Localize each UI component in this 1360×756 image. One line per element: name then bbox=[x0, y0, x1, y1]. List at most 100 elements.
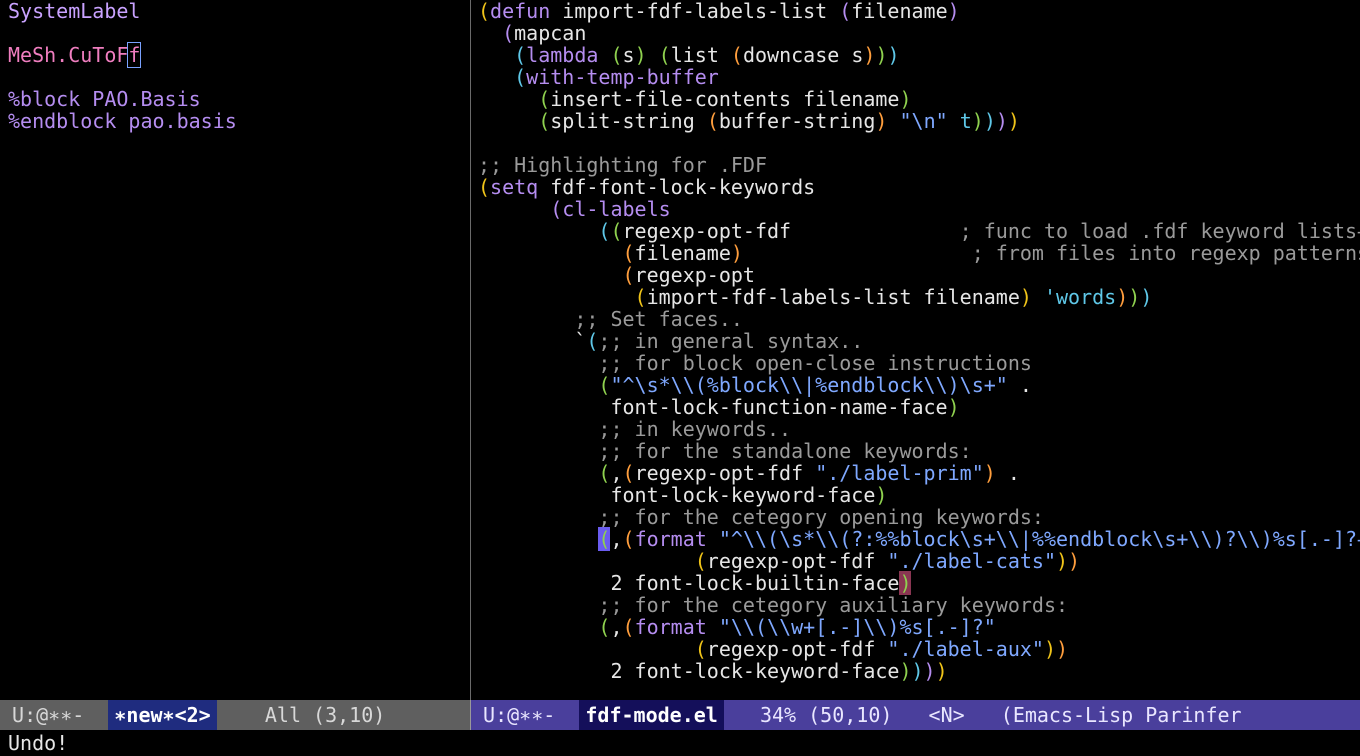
code-line[interactable]: (insert-file-contents filename) bbox=[471, 87, 912, 111]
code-token: ) bbox=[875, 483, 888, 507]
code-line[interactable]: (setq fdf-font-lock-keywords bbox=[471, 176, 815, 198]
code-line[interactable]: ;; Highlighting for .FDF bbox=[471, 154, 767, 176]
code-token: "\\(\\w+[.-]\\)%s[.-]?" bbox=[718, 615, 996, 639]
code-token: ) bbox=[971, 109, 984, 133]
code-token: ( bbox=[478, 0, 491, 23]
code-line[interactable]: %block PAO.Basis bbox=[0, 88, 201, 110]
code-token: ) bbox=[1116, 285, 1129, 309]
code-token: %block PAO.Basis bbox=[8, 87, 201, 111]
code-token: list bbox=[670, 43, 731, 67]
code-line[interactable]: `(;; in general syntax.. bbox=[471, 330, 863, 352]
code-token: regexp-opt-fdf bbox=[706, 549, 888, 573]
code-line[interactable]: (with-temp-buffer bbox=[471, 66, 719, 88]
code-line[interactable]: ((regexp-opt-fdf ; func to load .fdf key… bbox=[471, 220, 1360, 242]
code-token: setq bbox=[490, 175, 539, 199]
right-window[interactable]: (defun import-fdf-labels-list (filename)… bbox=[471, 0, 1360, 700]
code-line[interactable]: ;; for the cetegory opening keywords: bbox=[471, 506, 1044, 528]
code-line[interactable]: (mapcan bbox=[471, 22, 586, 44]
mode-line-buffer-name[interactable]: ∗new∗<2> bbox=[108, 700, 217, 730]
mode-line-left[interactable]: U:@∗∗- ∗new∗<2> All (3,10) bbox=[0, 700, 470, 730]
code-line[interactable]: (cl-labels bbox=[471, 197, 670, 221]
code-token: SystemLabel bbox=[8, 0, 141, 23]
code-line[interactable]: 2 font-lock-keyword-face)))) bbox=[471, 659, 947, 683]
mode-line-status: U:@∗∗- bbox=[471, 703, 580, 727]
code-line[interactable]: (,(regexp-opt-fdf "./label-prim") . bbox=[471, 461, 1020, 485]
code-line[interactable]: 2 font-lock-builtin-face) bbox=[471, 571, 912, 595]
code-line[interactable]: font-lock-keyword-face) bbox=[471, 484, 887, 506]
code-token: ( bbox=[598, 461, 611, 485]
left-window[interactable]: SystemLabel MeSh.CuToFf %block PAO.Basis %e… bbox=[0, 0, 470, 700]
code-token: ( bbox=[514, 43, 527, 67]
code-token: defun bbox=[490, 0, 551, 23]
code-line[interactable]: (defun import-fdf-labels-list (filename) bbox=[471, 0, 960, 22]
code-line[interactable]: (regexp-opt-fdf "./label-aux")) bbox=[471, 638, 1068, 660]
code-line[interactable] bbox=[0, 22, 8, 44]
mode-line-right[interactable]: U:@∗∗- fdf-mode.el 34% (50,10) <N> (Emac… bbox=[471, 700, 1360, 730]
code-token: ) bbox=[1128, 285, 1141, 309]
code-line[interactable]: (import-fdf-labels-list filename) 'words… bbox=[471, 285, 1153, 309]
code-token: ) bbox=[730, 241, 743, 265]
code-line[interactable]: ;; for block open-close instructions bbox=[471, 352, 1031, 374]
code-line[interactable]: SystemLabel bbox=[0, 0, 140, 22]
code-line[interactable]: (,(format "\\(\\w+[.-]\\)%s[.-]?" bbox=[471, 615, 996, 639]
code-line[interactable]: ;; in keywords.. bbox=[471, 418, 791, 440]
code-token: "^\\(\s*\\(?:%%block\s+\\|%%endblock\s+\… bbox=[718, 527, 1360, 551]
code-token: ) bbox=[923, 659, 936, 683]
code-token: ( bbox=[502, 21, 515, 45]
code-line[interactable]: ;; for the standalone keywords: bbox=[471, 439, 971, 463]
code-token: import-fdf-labels-list bbox=[550, 0, 840, 23]
mode-line-buffer-name[interactable]: fdf-mode.el bbox=[579, 700, 724, 730]
code-token: ( bbox=[550, 197, 563, 221]
code-line[interactable]: MeSh.CuToFf bbox=[0, 42, 142, 68]
code-line[interactable]: (regexp-opt bbox=[471, 264, 755, 286]
code-token: split-string bbox=[550, 109, 707, 133]
code-line[interactable] bbox=[471, 132, 478, 154]
code-token: . bbox=[1007, 373, 1032, 397]
code-token: ) bbox=[899, 87, 912, 111]
code-line[interactable]: ;; for the cetegory auxiliary keywords: bbox=[471, 594, 1068, 616]
code-line[interactable]: %endblock pao.basis bbox=[0, 110, 237, 132]
code-line[interactable]: ("^\s*\\(%block\\|%endblock\\)\s+" . bbox=[471, 374, 1032, 396]
code-token: ) bbox=[1043, 637, 1057, 661]
code-token: , bbox=[610, 461, 623, 485]
code-token: ( bbox=[694, 549, 707, 573]
code-token: ( bbox=[634, 285, 647, 309]
code-token: ( bbox=[658, 43, 671, 67]
code-token: font-lock-function-name-face bbox=[478, 395, 948, 419]
code-token: %endblock pao.basis bbox=[8, 109, 237, 133]
text-cursor: ( bbox=[598, 527, 611, 551]
code-line[interactable]: font-lock-function-name-face) bbox=[471, 395, 959, 419]
code-token: . bbox=[995, 461, 1020, 485]
code-line[interactable]: (,(format "^\\(\s*\\(?:%%block\s+\\|%%en… bbox=[471, 527, 1360, 551]
code-token: ( bbox=[730, 43, 743, 67]
code-line[interactable]: (split-string (buffer-string) "\n" t)))) bbox=[471, 110, 1020, 132]
code-token: ) bbox=[995, 109, 1008, 133]
code-line[interactable]: (lambda (s) (list (downcase s))) bbox=[471, 43, 899, 67]
text-cursor: f bbox=[127, 42, 142, 68]
code-token: ) bbox=[1140, 285, 1153, 309]
code-token: import-fdf-labels-list filename bbox=[646, 285, 1020, 309]
code-token: ) bbox=[634, 43, 647, 67]
code-token: ) bbox=[1019, 285, 1032, 309]
code-token: t bbox=[959, 109, 972, 133]
code-line[interactable]: (filename) ; from files into regexp patt… bbox=[471, 242, 1360, 264]
code-token: "^\s*\\(%block\\|%endblock\\)\s+" bbox=[610, 373, 1008, 397]
code-line[interactable] bbox=[0, 66, 8, 88]
code-token: ; func to load .fdf keyword lists→ bbox=[959, 219, 1360, 243]
code-token: 2 font-lock-builtin-face bbox=[478, 571, 900, 595]
code-line[interactable]: (regexp-opt-fdf "./label-cats")) bbox=[471, 550, 1080, 572]
code-line[interactable]: ;; Set faces.. bbox=[471, 308, 743, 330]
